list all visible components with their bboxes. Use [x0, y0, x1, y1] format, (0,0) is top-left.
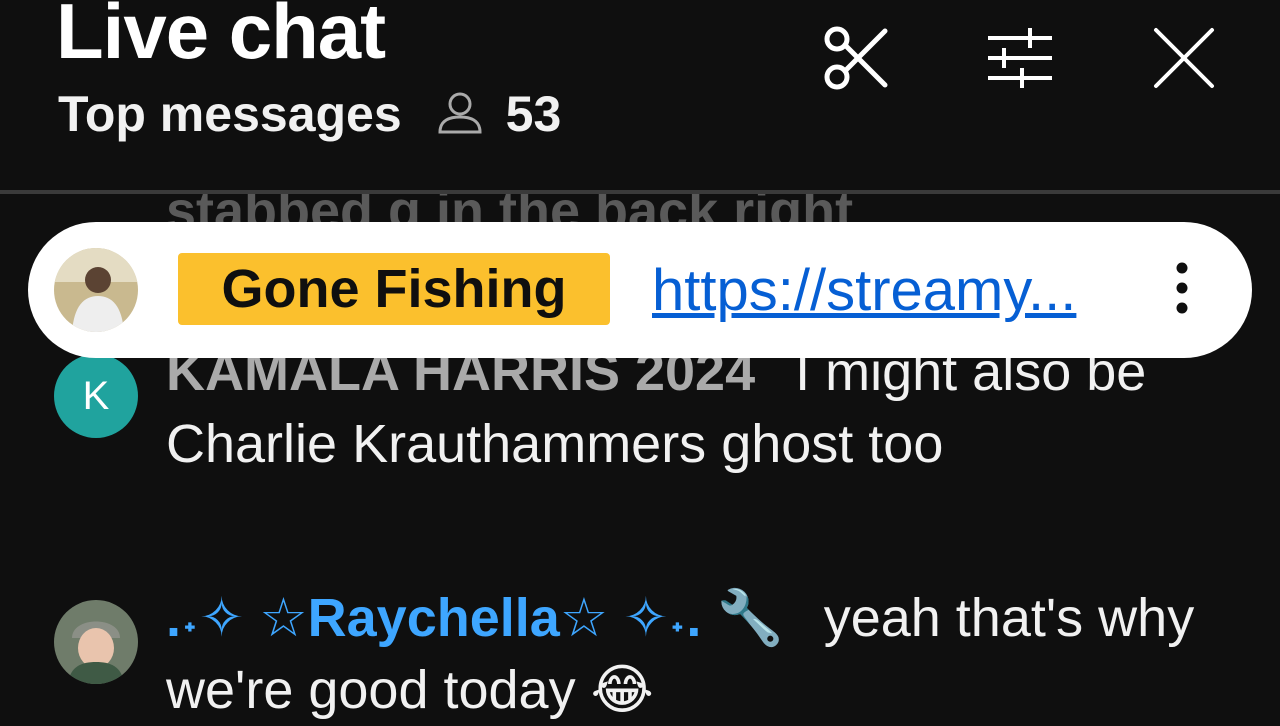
chat-title: Live chat: [56, 0, 386, 75]
pinned-author: Gone Fishing: [178, 253, 610, 325]
clip-icon: [821, 25, 891, 96]
chat-mode-label: Top messages: [58, 86, 402, 142]
more-vert-icon: [1174, 260, 1190, 321]
chat-header: Live chat Top messages 53: [0, 0, 1280, 194]
chat-mode-selector[interactable]: Top messages: [58, 85, 402, 143]
filter-button[interactable]: [984, 24, 1056, 96]
avatar[interactable]: [54, 600, 138, 684]
filter-icon: [984, 26, 1056, 95]
viewer-count-value: 53: [505, 86, 562, 142]
avatar-letter: K: [82, 373, 110, 418]
message-content: .˖✧ ☆Raychella☆ ✧˖. 🔧 yeah that's why we'…: [166, 582, 1226, 726]
viewer-count: 53: [436, 85, 562, 143]
person-icon: [436, 90, 484, 139]
close-button[interactable]: [1148, 24, 1220, 96]
avatar: [54, 248, 138, 332]
pinned-message-banner[interactable]: Gone Fishing https://streamy...: [28, 222, 1252, 358]
close-icon: [1152, 26, 1216, 95]
chat-subtitle-row: Top messages 53: [58, 84, 561, 144]
message-author[interactable]: .˖✧ ☆Raychella☆ ✧˖. 🔧: [166, 588, 784, 648]
avatar[interactable]: K: [54, 354, 138, 438]
more-options-button[interactable]: [1160, 254, 1204, 326]
clip-button[interactable]: [820, 24, 892, 96]
pinned-link[interactable]: https://streamy...: [652, 255, 1144, 327]
